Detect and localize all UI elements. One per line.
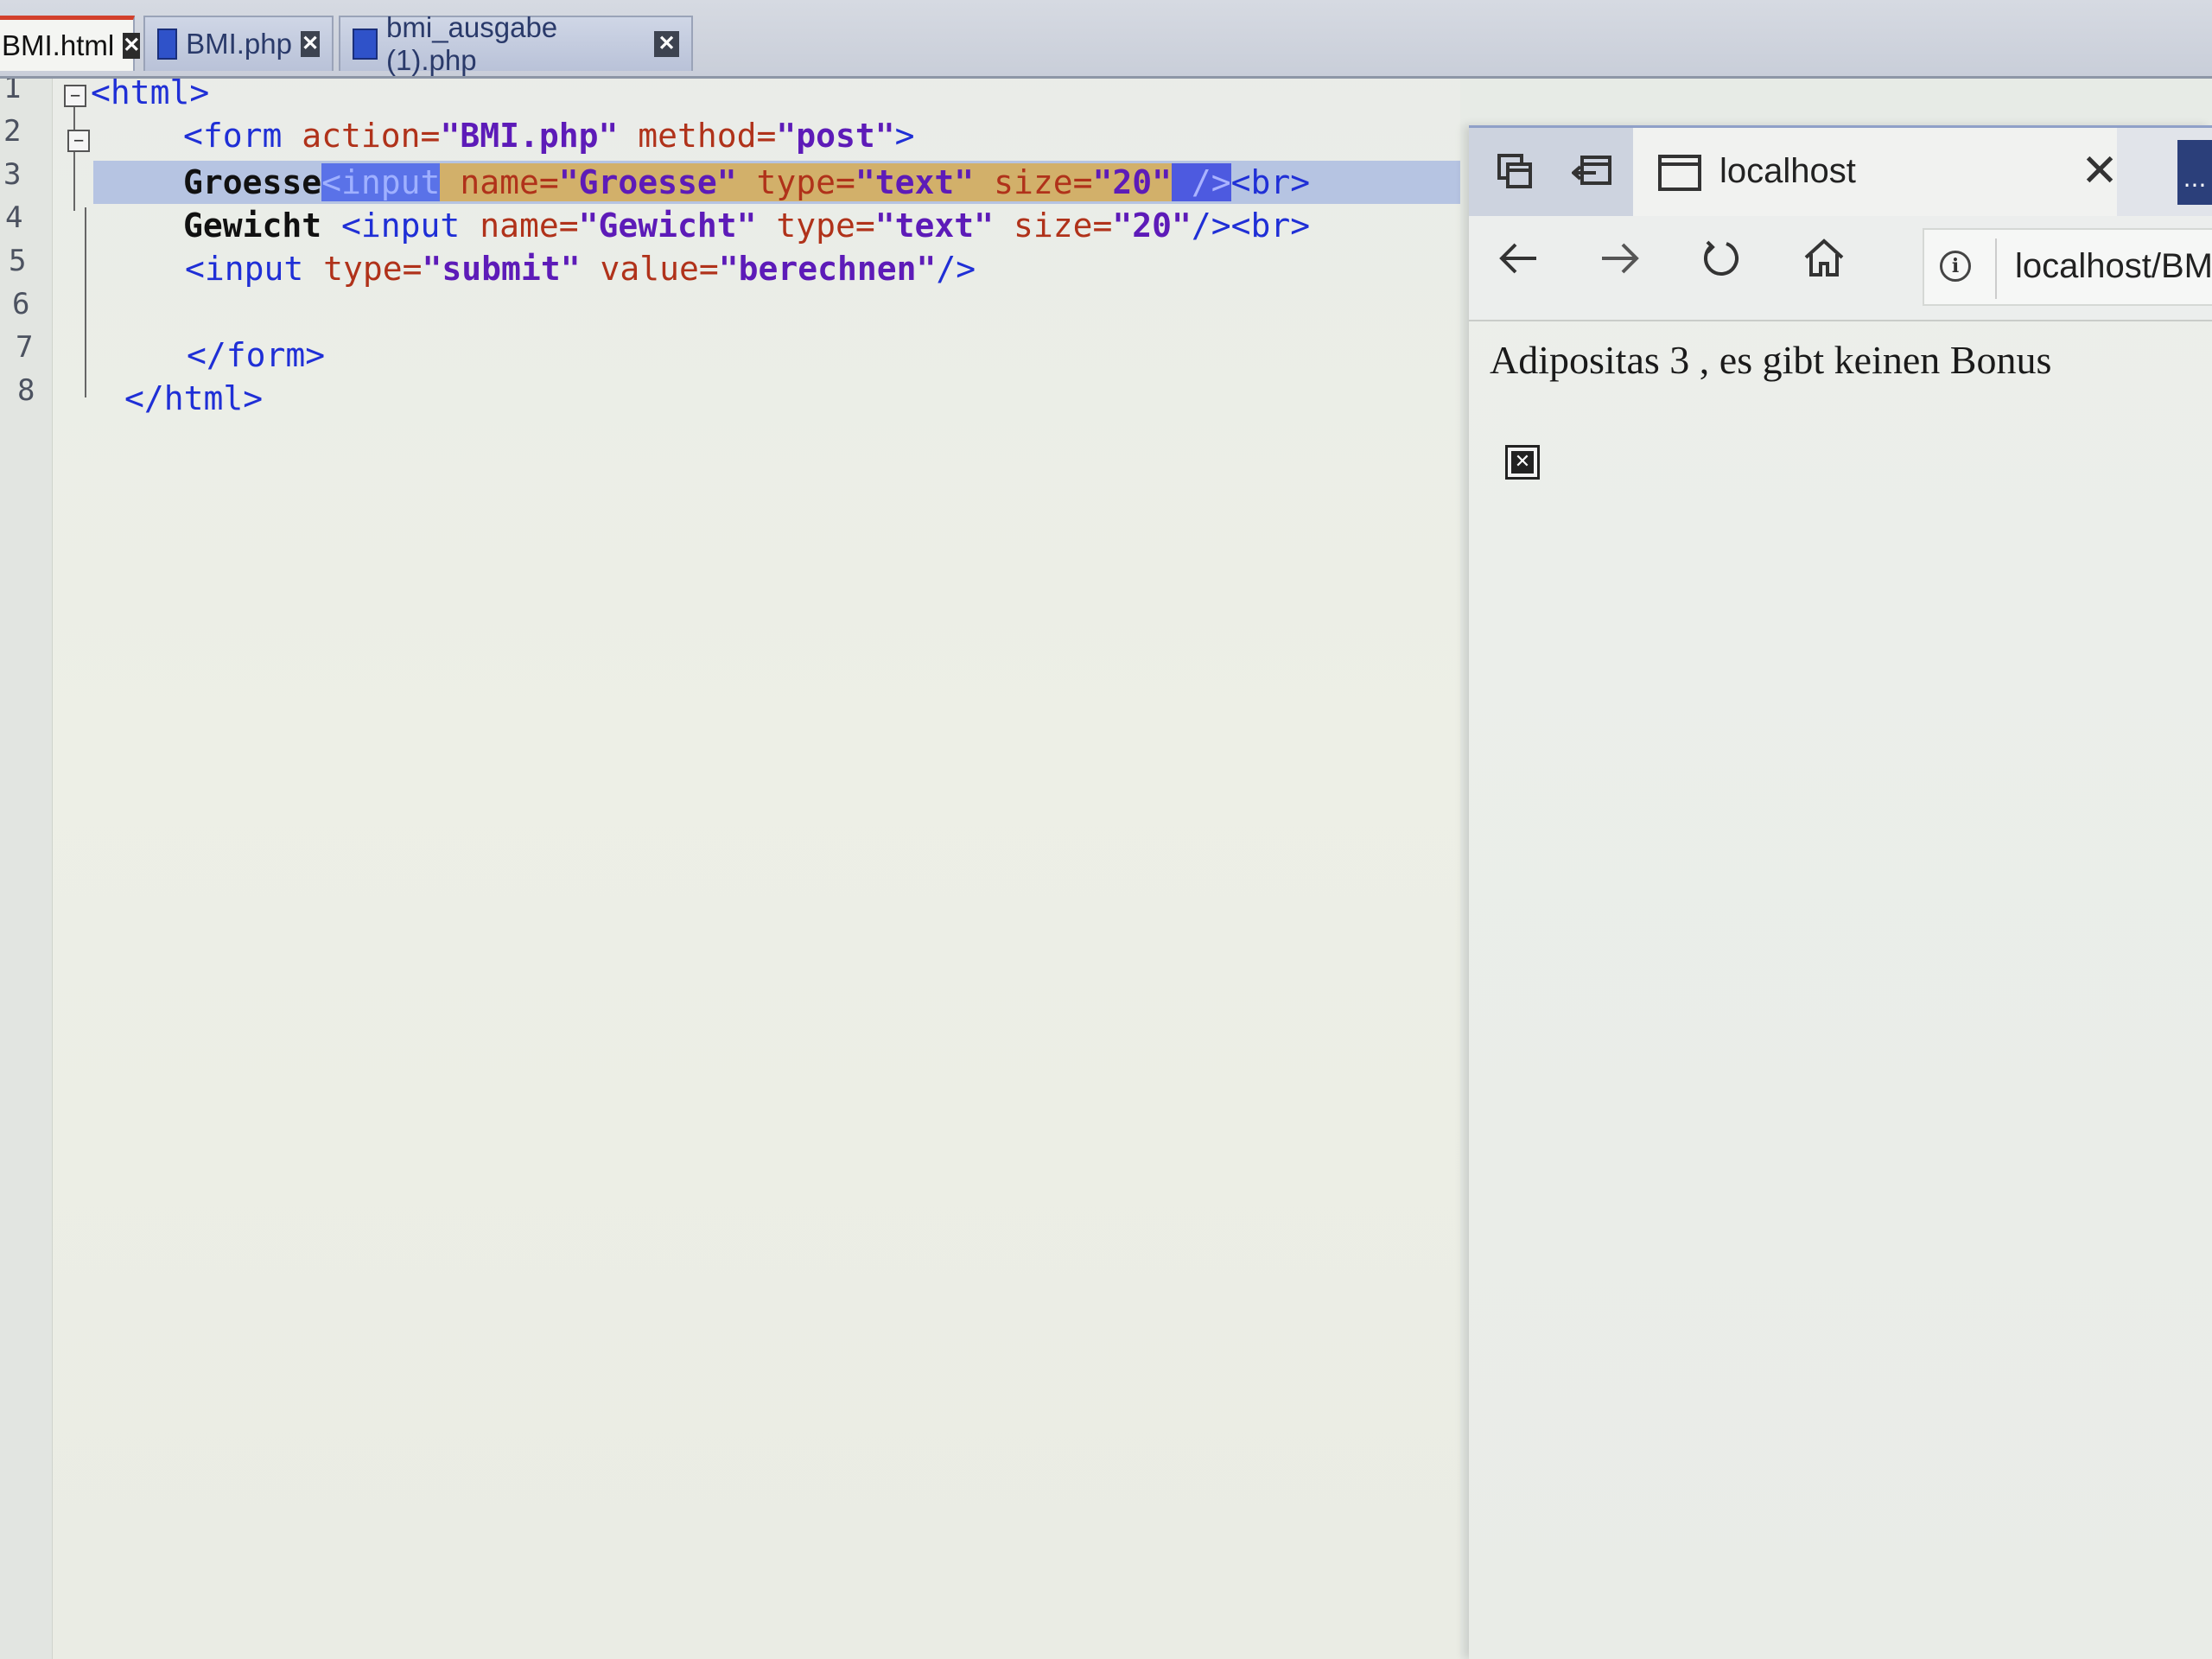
code-editor[interactable]: 1 2 3 4 5 6 7 8 <html> <form action="BMI… [0,0,1460,1659]
code-token: <form [183,117,302,155]
code-token: "BMI.php" [440,117,619,155]
code-line[interactable]: <input type="submit" value="berechnen"/> [0,247,1460,290]
code-token: <input [341,207,461,245]
code-token: <input [321,163,441,201]
forward-button[interactable] [1590,235,1650,296]
tab-controls [1469,128,1633,219]
back-button[interactable] [1488,235,1548,296]
code-line[interactable]: Gewicht <input name="Gewicht" type="text… [0,204,1460,247]
tab-bmi-html[interactable]: BMI.html ✕ [0,16,141,71]
tabs-overview-icon [1497,154,1532,188]
code-token: <input [185,250,324,288]
browser-window: localhost ✕ ... i localhost/BMI Adiposit… [1469,125,2212,1659]
code-token: Gewicht [183,207,342,245]
code-line[interactable]: </form> [0,334,1460,377]
code-text: <input type="submit" value="berechnen"/> [185,247,976,290]
code-text: <form action="BMI.php" method="post"> [183,114,915,157]
file-icon [353,29,378,60]
fold-collapse-icon[interactable]: − [64,85,86,107]
code-text: Gewicht <input name="Gewicht" type="text… [183,204,1310,247]
arrow-right-icon [1602,243,1639,274]
fold-line [85,207,86,397]
code-token: /> [936,250,976,288]
code-token: type= [736,163,855,201]
fold-margin: − − [54,78,97,423]
file-icon [157,29,178,60]
close-tab-icon[interactable]: ✕ [123,32,141,59]
code-token: size= [994,207,1113,245]
close-tab-icon[interactable]: ✕ [654,31,679,57]
arrow-left-icon [1499,243,1536,274]
browser-title-bar: localhost ✕ ... [1469,125,2212,219]
code-token: name= [460,207,579,245]
tab-preview-button[interactable] [1484,140,1545,202]
fold-collapse-icon[interactable]: − [67,130,90,152]
code-token: /> [1171,163,1231,201]
close-tab-icon[interactable]: ✕ [300,31,320,57]
code-token: "submit" [422,250,581,288]
code-token: size= [974,163,1093,201]
browser-tab[interactable]: localhost ✕ [1633,128,2119,219]
tab-bmi-ausgabe[interactable]: bmi_ausgabe (1).php ✕ [339,11,693,76]
more-options-button[interactable]: ... [2177,140,2212,205]
close-tab-icon[interactable]: ✕ [2074,145,2126,197]
tab-label: BMI.php [186,28,292,60]
tab-label: bmi_ausgabe (1).php [386,11,558,76]
home-button[interactable] [1794,235,1854,296]
code-token: Groesse [183,163,322,201]
address-url[interactable]: localhost/BMI [2015,247,2212,286]
code-text: Groesse<input name="Groesse" type="text"… [183,161,1310,204]
address-separator [1995,238,1997,299]
refresh-button[interactable] [1692,235,1752,296]
code-line-current[interactable]: Groesse<input name="Groesse" type="text"… [93,161,1460,204]
browser-nav-bar: i localhost/BMI [1469,216,2212,321]
fold-line [73,107,75,211]
code-token: "Gewicht" [578,207,757,245]
set-tabs-aside-icon [1572,156,1611,185]
tab-label: BMI.html [2,29,115,61]
code-token: "text" [855,163,975,201]
refresh-icon [1704,240,1738,276]
info-icon[interactable]: i [1940,251,1971,282]
code-token: "Groesse" [558,163,737,201]
code-token: "20" [1092,163,1172,201]
browser-tab-title: localhost [1719,152,1856,190]
code-token: type= [323,250,423,288]
code-token: </form> [187,336,326,374]
code-token: <br> [1230,163,1311,201]
code-token: "berechnen" [718,250,937,288]
tabs-aside-button[interactable] [1562,140,1623,202]
code-token: action= [302,117,441,155]
code-token: "20" [1112,207,1192,245]
code-token: method= [618,117,777,155]
page-icon [1658,155,1701,191]
code-token: "text" [874,207,995,245]
code-token: "post" [776,117,895,155]
code-token: > [894,117,915,155]
broken-image-icon: ✕ [1505,445,1540,480]
code-line[interactable]: </html> [0,377,1460,420]
code-token: </html> [124,379,264,417]
home-icon [1804,238,1844,276]
code-line[interactable]: <form action="BMI.php" method="post"> [0,114,1460,157]
tab-bmi-php[interactable]: BMI.php ✕ [143,16,334,71]
code-token: name= [440,163,559,201]
code-token: value= [580,250,719,288]
editor-tab-bar: BMI.html ✕ BMI.php ✕ bmi_ausgabe (1).php… [0,0,2212,79]
code-token: /><br> [1191,207,1311,245]
address-bar[interactable]: i localhost/BMI [1923,228,2212,306]
code-token: type= [756,207,875,245]
page-content-text: Adipositas 3 , es gibt keinen Bonus [1490,338,2052,382]
